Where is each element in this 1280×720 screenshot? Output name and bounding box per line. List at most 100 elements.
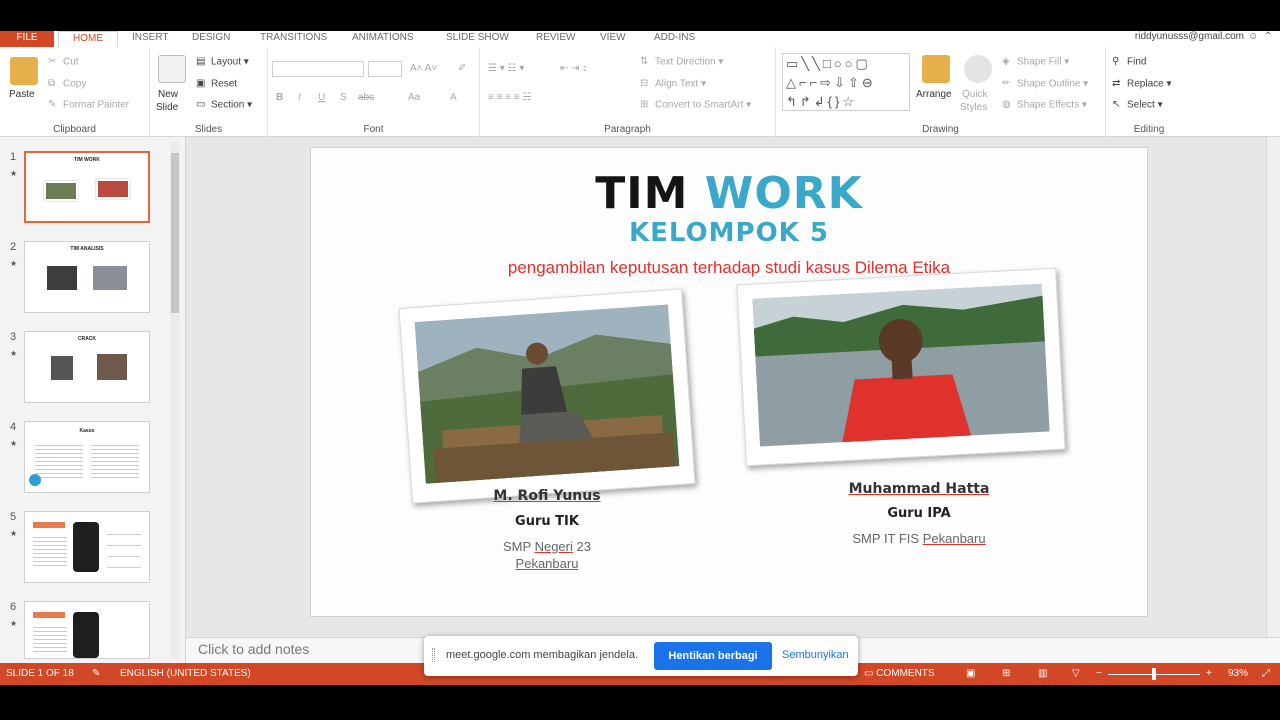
section-icon: ▭ <box>196 99 206 110</box>
section-button[interactable]: ▭ Section ▾ <box>196 99 252 112</box>
fit-slide-icon[interactable]: ⤢ <box>1262 668 1270 679</box>
align-icons[interactable]: ≡ ≡ ≡ ≡ ☵ <box>488 92 531 104</box>
tab-add-ins[interactable]: ADD-INS <box>650 31 699 47</box>
shape-outline-button[interactable]: ✏ Shape Outline ▾ <box>1002 78 1088 91</box>
person-1-name[interactable]: M. Rofi Yunus <box>407 488 687 504</box>
indent-icon[interactable]: ⇤ ⇥ ↕ <box>560 63 587 75</box>
shapes-gallery[interactable]: ▭╲╲□○○▢ △⌐⌐⇨⇩⇧⊖ ↰↱↲{}☆ <box>782 53 910 111</box>
photo-image <box>414 304 680 484</box>
thumbnail-slide-2[interactable]: TIM ANALISIS <box>24 241 150 313</box>
user-icon[interactable]: ☺ <box>1248 32 1258 42</box>
grow-font-icon[interactable]: A˄ A˅ <box>410 63 437 75</box>
align-text-button[interactable]: ⊟ Align Text ▾ <box>640 78 706 91</box>
bullets-icon[interactable]: ☰ ▾ ☷ ▾ <box>488 63 524 75</box>
shape-fill-button[interactable]: ◈ Shape Fill ▾ <box>1002 56 1069 69</box>
person-1-role[interactable]: Guru TIK <box>407 514 687 529</box>
text-direction-button[interactable]: ⇅ Text Direction ▾ <box>640 56 723 69</box>
underline-button[interactable]: U <box>318 92 325 104</box>
paste-button[interactable]: Paste <box>9 89 35 101</box>
spellcheck-icon[interactable]: ✎ <box>92 668 100 679</box>
person-2-role[interactable]: Guru IPA <box>779 506 1059 521</box>
tab-home[interactable]: HOME <box>58 31 118 47</box>
zoom-level[interactable]: 93% <box>1228 668 1248 679</box>
quick-styles-icon[interactable] <box>964 55 992 83</box>
slide-sorter-icon[interactable]: ⊞ <box>1002 668 1010 679</box>
shape-effects-label: Shape Effects <box>1017 99 1080 111</box>
layout-label: Layout <box>211 56 242 68</box>
thumbnail-slide-1[interactable]: TIM WORK <box>24 151 150 223</box>
select-button[interactable]: ↖ Select ▾ <box>1112 99 1163 112</box>
font-size-select[interactable] <box>368 61 402 77</box>
thumbnail-slide-3[interactable]: CRACK <box>24 331 150 403</box>
hide-button[interactable]: Sembunyikan <box>782 649 849 661</box>
arrange-icon[interactable] <box>922 55 950 83</box>
normal-view-icon[interactable]: ▣ <box>966 668 975 679</box>
comments-button[interactable]: ▭ COMMENTS <box>864 668 935 679</box>
notes-placeholder[interactable]: Click to add notes <box>198 641 309 657</box>
thumbnail-slide-6[interactable] <box>24 601 150 659</box>
bold-button[interactable]: B <box>276 92 283 104</box>
account-email[interactable]: riddyunusss@gmail.com <box>1135 31 1244 43</box>
tab-insert[interactable]: INSERT <box>128 31 173 47</box>
thumbnail-slide-5[interactable] <box>24 511 150 583</box>
strikethrough-button[interactable]: abc <box>358 92 374 104</box>
slide-group-name[interactable]: KELOMPOK 5 <box>311 218 1147 248</box>
zoom-in-icon[interactable]: + <box>1206 668 1212 679</box>
new-slide-button[interactable]: New <box>158 89 178 101</box>
inst-text: SMP IT FIS <box>852 531 920 546</box>
quick-styles-button[interactable]: Quick <box>962 89 988 101</box>
fill-icon: ◈ <box>1002 56 1010 67</box>
zoom-out-icon[interactable]: − <box>1096 668 1102 679</box>
language-indicator[interactable]: ENGLISH (UNITED STATES) <box>120 668 251 679</box>
person-1-institution[interactable]: SMP Negeri 23 Pekanbaru <box>407 538 687 572</box>
tab-slide-show[interactable]: SLIDE SHOW <box>442 31 513 47</box>
thumbnail-slide-4[interactable]: Kasus <box>24 421 150 493</box>
find-button[interactable]: ⚲ Find <box>1112 56 1146 69</box>
person-2-institution[interactable]: SMP IT FIS Pekanbaru <box>779 530 1059 547</box>
arrange-button[interactable]: Arrange <box>916 89 952 101</box>
font-color-button[interactable]: A <box>450 92 457 104</box>
slide-editor: TIM WORK KELOMPOK 5 pengambilan keputusa… <box>186 137 1266 637</box>
person-2-name[interactable]: Muhammad Hatta <box>779 481 1059 497</box>
editor-scrollbar[interactable] <box>1266 137 1280 637</box>
layout-button[interactable]: ▤ Layout ▾ <box>196 56 249 69</box>
photo-frame-1[interactable] <box>398 288 696 504</box>
tab-file[interactable]: FILE <box>0 31 54 47</box>
tab-animations[interactable]: ANIMATIONS <box>348 31 417 47</box>
inst-text: SMP <box>503 539 531 554</box>
clear-format-icon[interactable]: ✐ <box>458 63 466 75</box>
shape-fill-label: Shape Fill <box>1017 56 1062 68</box>
new-slide-icon[interactable] <box>158 55 186 83</box>
tab-design[interactable]: DESIGN <box>188 31 234 47</box>
zoom-slider-handle[interactable] <box>1152 668 1156 680</box>
new-slide-button-line2[interactable]: Slide <box>156 102 178 114</box>
stop-sharing-button[interactable]: Hentikan berbagi <box>654 642 772 670</box>
scrollbar-thumb[interactable] <box>171 153 179 313</box>
thumbnails-scrollbar[interactable] <box>170 141 180 659</box>
copy-button[interactable]: ⧉ Copy <box>48 78 86 91</box>
change-case-button[interactable]: Aa <box>408 92 420 104</box>
convert-smartart-button[interactable]: ⊞ Convert to SmartArt ▾ <box>640 99 751 112</box>
shadow-button[interactable]: S <box>340 92 347 104</box>
tab-transitions[interactable]: TRANSITIONS <box>256 31 331 47</box>
tab-review[interactable]: REVIEW <box>532 31 579 47</box>
photo-frame-2[interactable] <box>736 267 1066 467</box>
shape-effects-button[interactable]: ◍ Shape Effects ▾ <box>1002 99 1087 112</box>
slide-title[interactable]: TIM WORK <box>311 168 1147 219</box>
drag-handle-icon[interactable] <box>432 648 435 662</box>
shape-outline-label: Shape Outline <box>1017 78 1081 90</box>
replace-button[interactable]: ⇄ Replace ▾ <box>1112 78 1172 91</box>
slideshow-icon[interactable]: ▽ <box>1072 668 1080 679</box>
font-name-select[interactable] <box>272 61 364 77</box>
quick-styles-line2[interactable]: Styles <box>960 102 987 114</box>
paragraph-group: ☰ ▾ ☷ ▾ ⇤ ⇥ ↕ ≡ ≡ ≡ ≡ ☵ ⇅ Text Direction … <box>480 47 776 137</box>
italic-button[interactable]: I <box>298 92 301 104</box>
format-painter-button[interactable]: ✎ Format Painter <box>48 99 129 112</box>
cut-button[interactable]: ✂ Cut <box>48 56 79 69</box>
minimize-ribbon-icon[interactable]: ⌃ <box>1264 32 1274 42</box>
slide-canvas[interactable]: TIM WORK KELOMPOK 5 pengambilan keputusa… <box>310 147 1148 617</box>
reading-view-icon[interactable]: ▥ <box>1038 668 1047 679</box>
tab-view[interactable]: VIEW <box>596 31 630 47</box>
reset-button[interactable]: ▣ Reset <box>196 78 237 91</box>
paste-icon[interactable] <box>10 57 38 85</box>
